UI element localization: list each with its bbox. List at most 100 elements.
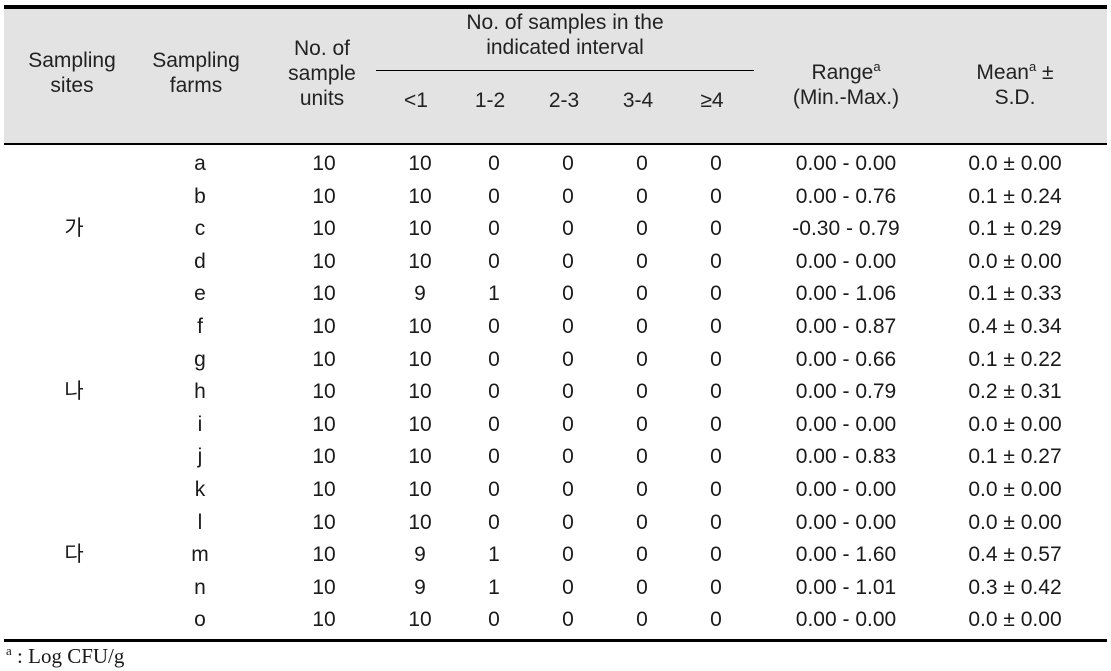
row-cell-mean: 0.0 ± 0.00 [968,412,1062,436]
row-cell-interval-ge4: 0 [710,152,722,175]
row-cell-interval-2-3: 0 [562,478,574,501]
row-cell-interval-lt1: 10 [408,478,432,501]
row-cell-site [4,441,144,473]
row-cell-mean: 0.0 ± 0.00 [968,608,1062,632]
row-cell-units: 10 [312,184,336,208]
row-cell-units: 10 [312,217,336,241]
row-cell-interval-1-2: 0 [488,249,500,273]
row-cell-interval-3-4: 0 [636,608,648,632]
table-row: 가 c 10 10 0 0 0 0 -0.30 - 0.79 0.1 ± 0.29 [4,213,1107,245]
row-cell-interval-ge4: 0 [710,575,722,599]
footnote-text: : Log CFU/g [11,644,125,668]
row-cell-interval-3-4: 0 [636,412,648,436]
row-cell-interval-2-3: 0 [562,217,574,241]
row-cell-range: 0.00 - 0.87 [795,315,897,338]
row-cell-interval-lt1: 10 [408,445,432,469]
row-cell-interval-ge4: 0 [710,445,722,469]
row-cell-interval-ge4: 0 [710,608,722,632]
row-cell-units: 10 [312,445,336,469]
row-cell-interval-2-3: 0 [562,184,574,208]
column-header-mean: Meana ± S.D. [934,60,1096,110]
row-cell-units: 10 [312,152,336,175]
row-cell-units: 10 [312,347,336,371]
row-cell-farm: h [194,380,206,404]
row-cell-interval-1-2: 0 [488,510,500,534]
row-cell-interval-3-4: 0 [636,249,648,273]
column-header-interval-lt1: <1 [404,89,428,112]
table-row: a 10 10 0 0 0 0 0.00 - 0.00 0.0 ± 0.00 [4,148,1107,180]
table-row: f 10 10 0 0 0 0 0.00 - 0.87 0.4 ± 0.34 [4,311,1107,343]
row-cell-interval-lt1: 10 [408,347,432,371]
row-cell-interval-lt1: 9 [414,575,426,599]
row-cell-farm: n [194,575,206,599]
table-row: b 10 10 0 0 0 0 0.00 - 0.76 0.1 ± 0.24 [4,181,1107,213]
table-row: 나 h 10 10 0 0 0 0 0.00 - 0.79 0.2 ± 0.31 [4,376,1107,408]
row-cell-units: 10 [312,510,336,534]
row-cell-range: 0.00 - 0.76 [795,184,897,208]
table-bottom-rule [4,639,1107,642]
row-cell-interval-2-3: 0 [562,608,574,632]
row-cell-range: -0.30 - 0.79 [792,217,900,241]
row-cell-interval-lt1: 9 [414,543,426,567]
row-cell-mean: 0.1 ± 0.24 [968,184,1062,208]
table-row: o 10 10 0 0 0 0 0.00 - 0.00 0.0 ± 0.00 [4,604,1107,636]
row-cell-interval-lt1: 10 [408,380,432,404]
table-row: j 10 10 0 0 0 0 0.00 - 0.83 0.1 ± 0.27 [4,441,1107,473]
row-cell-site [4,507,144,539]
row-cell-interval-2-3: 0 [562,510,574,534]
row-cell-mean: 0.0 ± 0.00 [968,152,1062,175]
row-cell-interval-ge4: 0 [710,347,722,371]
row-cell-site [4,604,144,636]
row-cell-interval-1-2: 1 [488,575,500,599]
row-cell-interval-2-3: 0 [562,445,574,469]
row-cell-units: 10 [312,478,336,501]
row-cell-interval-1-2: 0 [488,347,500,371]
row-cell-range: 0.00 - 0.79 [795,380,897,404]
table-row: e 10 9 1 0 0 0 0.00 - 1.06 0.1 ± 0.33 [4,278,1107,310]
row-cell-mean: 0.1 ± 0.22 [968,347,1062,371]
row-cell-interval-2-3: 0 [562,282,574,306]
row-cell-site [4,572,144,604]
row-cell-interval-3-4: 0 [636,217,648,241]
row-cell-interval-ge4: 0 [710,412,722,436]
row-cell-mean: 0.0 ± 0.00 [968,478,1062,501]
row-cell-interval-ge4: 0 [710,217,722,241]
table-row: d 10 10 0 0 0 0 0.00 - 0.00 0.0 ± 0.00 [4,246,1107,278]
row-cell-interval-ge4: 0 [710,510,722,534]
row-cell-interval-1-2: 0 [488,184,500,208]
row-cell-farm: l [197,510,203,534]
row-cell-interval-ge4: 0 [710,478,722,501]
row-cell-interval-3-4: 0 [636,510,648,534]
row-cell-mean: 0.1 ± 0.29 [968,217,1062,241]
row-cell-range: 0.00 - 0.00 [795,608,897,632]
row-cell-interval-3-4: 0 [636,347,648,371]
row-cell-farm: j [197,445,203,469]
row-cell-interval-3-4: 0 [636,184,648,208]
row-cell-range: 0.00 - 1.01 [795,575,897,599]
row-cell-site [4,181,144,213]
row-cell-interval-1-2: 0 [488,217,500,241]
row-cell-range: 0.00 - 0.83 [795,445,897,469]
row-cell-site [4,311,144,343]
row-cell-interval-3-4: 0 [636,152,648,175]
row-cell-interval-lt1: 10 [408,249,432,273]
row-cell-interval-lt1: 10 [408,412,432,436]
row-cell-units: 10 [312,249,336,273]
row-cell-interval-ge4: 0 [710,184,722,208]
row-cell-site: 나 [64,380,84,404]
row-cell-farm: o [194,608,206,632]
mean-sublabel: S.D. [994,86,1036,109]
row-cell-interval-1-2: 0 [488,152,500,175]
data-table: Sampling sites Sampling farms No. of sam… [0,0,1111,671]
table-row: i 10 10 0 0 0 0 0.00 - 0.00 0.0 ± 0.00 [4,409,1107,441]
row-cell-interval-1-2: 0 [488,315,500,338]
row-cell-range: 0.00 - 0.00 [795,412,897,436]
table-row: k 10 10 0 0 0 0 0.00 - 0.00 0.0 ± 0.00 [4,474,1107,506]
row-cell-farm: e [194,282,206,306]
row-cell-interval-3-4: 0 [636,380,648,404]
row-cell-farm: b [194,184,206,208]
row-cell-interval-1-2: 0 [488,445,500,469]
row-cell-farm: i [197,412,203,436]
row-cell-units: 10 [312,282,336,306]
row-cell-units: 10 [312,315,336,338]
